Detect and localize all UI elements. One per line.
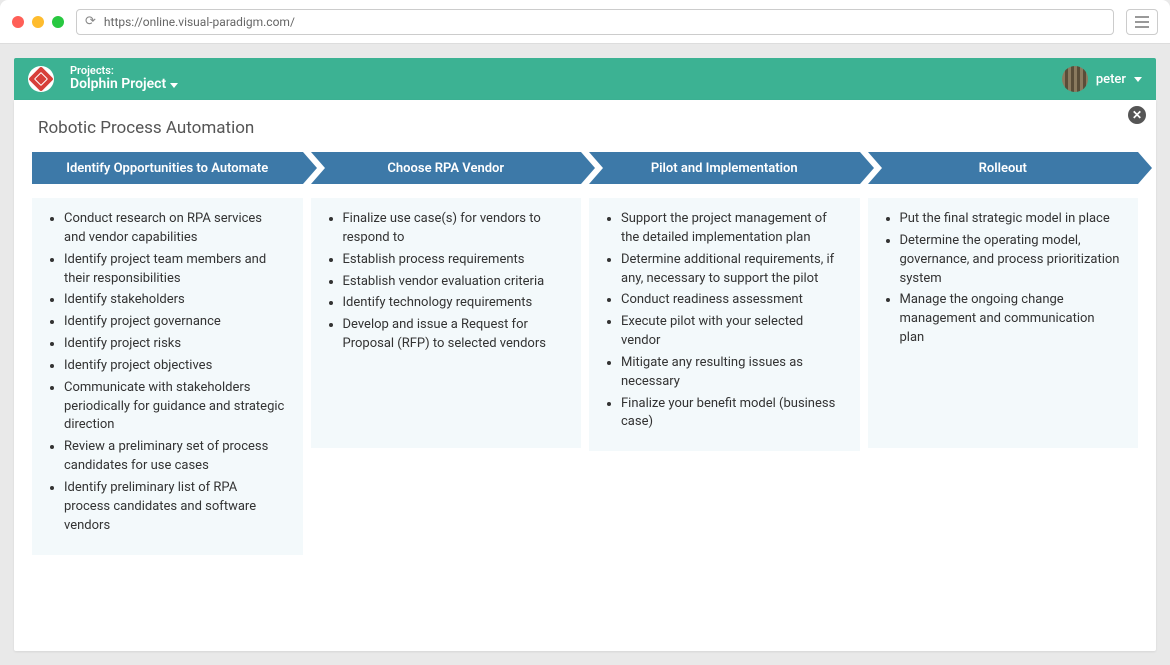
close-icon: ✕ (1132, 108, 1142, 122)
chevron-down-icon (1134, 77, 1142, 82)
list-item: Identify project team members and their … (64, 251, 287, 289)
window-minimize-button[interactable] (32, 16, 44, 28)
list-item: Finalize your benefit model (business ca… (621, 395, 844, 433)
list-item: Finalize use case(s) for vendors to resp… (343, 210, 566, 248)
column-body: Conduct research on RPA services and ven… (32, 198, 303, 555)
process-column: Choose RPA Vendor Finalize use case(s) f… (311, 152, 582, 555)
project-selector[interactable]: Projects: Dolphin Project (70, 65, 178, 92)
column-title: Choose RPA Vendor (387, 161, 504, 176)
list-item: Manage the ongoing change management and… (900, 291, 1123, 348)
column-title: Pilot and Implementation (651, 161, 798, 176)
list-item: Develop and issue a Request for Proposal… (343, 316, 566, 354)
column-body: Put the final strategic model in place D… (868, 198, 1139, 448)
browser-chrome: ⟳ https://online.visual-paradigm.com/ (0, 0, 1170, 44)
app-shell: Projects: Dolphin Project peter ✕ Roboti… (0, 44, 1170, 665)
user-name: peter (1096, 72, 1126, 87)
list-item: Identify technology requirements (343, 294, 566, 313)
list-item: Communicate with stakeholders periodical… (64, 379, 287, 436)
list-item: Conduct readiness assessment (621, 291, 844, 310)
process-column: Rolleout Put the final strategic model i… (868, 152, 1139, 555)
chevron-down-icon (170, 83, 178, 88)
list-item: Support the project management of the de… (621, 210, 844, 248)
process-columns: Identify Opportunities to Automate Condu… (32, 152, 1138, 555)
process-column: Pilot and Implementation Support the pro… (589, 152, 860, 555)
url-text: https://online.visual-paradigm.com/ (104, 15, 295, 29)
app-logo[interactable] (28, 66, 54, 92)
list-item: Identify stakeholders (64, 291, 287, 310)
list-item: Determine additional requirements, if an… (621, 251, 844, 289)
list-item: Identify preliminary list of RPA process… (64, 479, 287, 536)
list-item: Execute pilot with your selected vendor (621, 313, 844, 351)
user-menu[interactable]: peter (1062, 66, 1142, 92)
column-header[interactable]: Rolleout (868, 152, 1139, 184)
avatar (1062, 66, 1088, 92)
list-item: Identify project governance (64, 313, 287, 332)
list-item: Conduct research on RPA services and ven… (64, 210, 287, 248)
list-item: Establish process requirements (343, 251, 566, 270)
window-close-button[interactable] (12, 16, 24, 28)
list-item: Mitigate any resulting issues as necessa… (621, 354, 844, 392)
app-header: Projects: Dolphin Project peter (14, 58, 1156, 100)
list-item: Review a preliminary set of process cand… (64, 438, 287, 476)
list-item: Determine the operating model, governanc… (900, 232, 1123, 289)
column-body: Finalize use case(s) for vendors to resp… (311, 198, 582, 448)
page-title: Robotic Process Automation (38, 118, 1138, 138)
list-item: Identify project objectives (64, 357, 287, 376)
column-title: Identify Opportunities to Automate (66, 161, 268, 176)
column-title: Rolleout (979, 161, 1027, 176)
url-bar[interactable]: ⟳ https://online.visual-paradigm.com/ (76, 9, 1114, 35)
list-item: Identify project risks (64, 335, 287, 354)
reload-icon[interactable]: ⟳ (85, 14, 96, 29)
list-item: Establish vendor evaluation criteria (343, 273, 566, 292)
column-header[interactable]: Identify Opportunities to Automate (32, 152, 303, 184)
process-column: Identify Opportunities to Automate Condu… (32, 152, 303, 555)
close-button[interactable]: ✕ (1128, 106, 1146, 124)
window-maximize-button[interactable] (52, 16, 64, 28)
window-controls (12, 16, 64, 28)
list-item: Put the final strategic model in place (900, 210, 1123, 229)
main-canvas: ✕ Robotic Process Automation Identify Op… (14, 100, 1156, 651)
column-header[interactable]: Choose RPA Vendor (311, 152, 582, 184)
column-body: Support the project management of the de… (589, 198, 860, 451)
browser-menu-button[interactable] (1126, 9, 1158, 35)
column-header[interactable]: Pilot and Implementation (589, 152, 860, 184)
project-name: Dolphin Project (70, 77, 166, 92)
